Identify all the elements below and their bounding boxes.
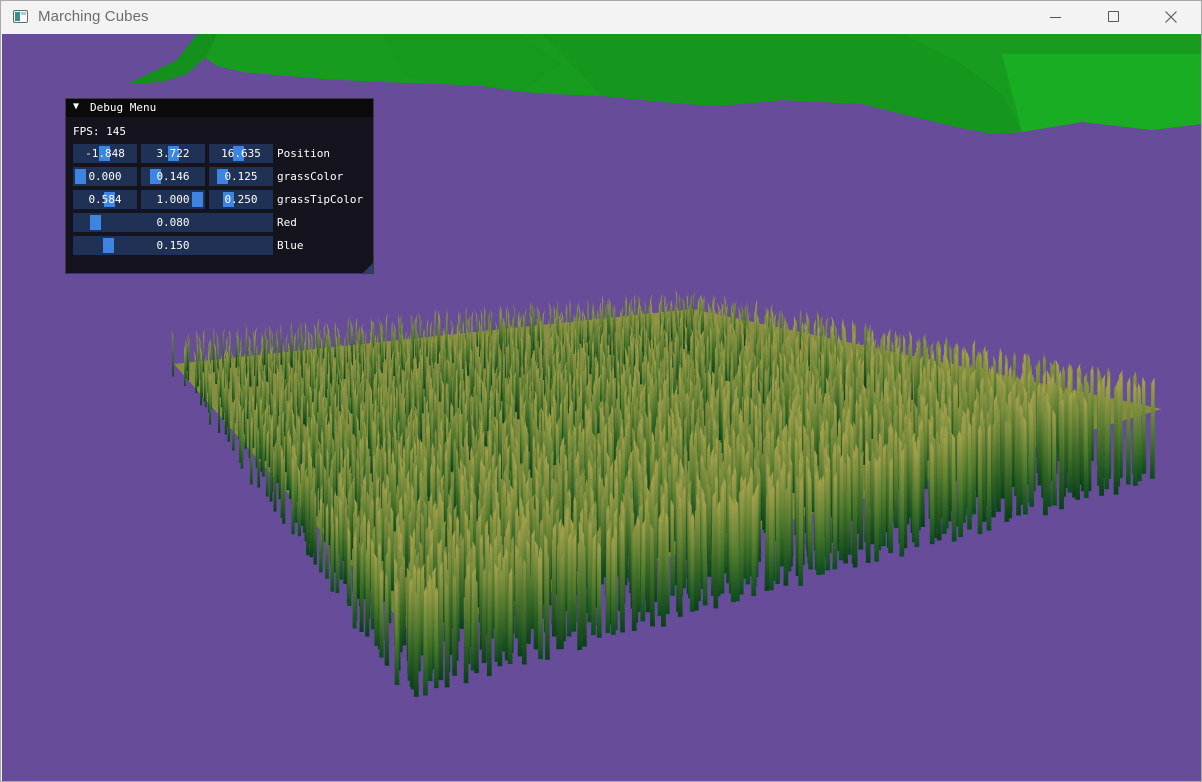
debug-menu-window[interactable]: ▼ Debug Menu FPS: 145 -1.848 3.722 16.635 P… [65,98,374,274]
slider-value: 0.125 [224,170,258,183]
slider-value: 0.150 [156,239,190,252]
maximize-icon [1108,11,1119,22]
debug-menu-title: Debug Menu [90,101,157,114]
fps-readout: FPS: 145 [73,125,126,138]
slider-value: 3.722 [156,147,190,160]
red-slider-1[interactable]: 0.080 [73,213,273,232]
slider-value: 0.000 [88,170,122,183]
resize-grip[interactable] [363,263,373,273]
row-label-grasscolor: grassColor [277,170,344,183]
render-viewport[interactable]: ▼ Debug Menu FPS: 145 -1.848 3.722 16.635 P… [2,34,1201,781]
app-window: Marching Cubes ▼ Debug Menu FPS: 145 -1.… [0,0,1202,782]
slider-value: 0.250 [224,193,258,206]
position-slider-3[interactable]: 16.635 [209,144,273,163]
grasstipcolor-slider-2[interactable]: 1.000 [141,190,205,209]
slider-value: 0.584 [88,193,122,206]
minimize-icon [1050,17,1061,18]
fps-label: FPS: 145 [73,125,126,138]
slider-value: 1.000 [156,193,190,206]
slider-value: -1.848 [85,147,125,160]
row-label-blue: Blue [277,239,304,252]
row-label-red: Red [277,216,297,229]
slider-value: 16.635 [221,147,261,160]
grasscolor-slider-2[interactable]: 0.146 [141,167,205,186]
app-window-icon [13,10,28,23]
position-slider-1[interactable]: -1.848 [73,144,137,163]
debug-menu-titlebar[interactable]: ▼ Debug Menu [66,99,373,117]
collapse-triangle-icon[interactable]: ▼ [73,101,79,112]
grass-field [171,289,1162,697]
title-bar[interactable]: Marching Cubes [1,1,1201,34]
grasscolor-slider-3[interactable]: 0.125 [209,167,273,186]
grasstipcolor-slider-3[interactable]: 0.250 [209,190,273,209]
maximize-button[interactable] [1084,1,1142,34]
grasstipcolor-slider-1[interactable]: 0.584 [73,190,137,209]
grasscolor-slider-1[interactable]: 0.000 [73,167,137,186]
slider-value: 0.080 [156,216,190,229]
position-slider-2[interactable]: 3.722 [141,144,205,163]
row-label-grasstipcolor: grassTipColor [277,193,364,206]
minimize-button[interactable] [1026,1,1084,34]
slider-value: 0.146 [156,170,190,183]
row-label-position: Position [277,147,330,160]
window-title: Marching Cubes [38,8,149,25]
blue-slider-1[interactable]: 0.150 [73,236,273,255]
close-icon [1165,11,1177,23]
close-button[interactable] [1142,1,1200,34]
